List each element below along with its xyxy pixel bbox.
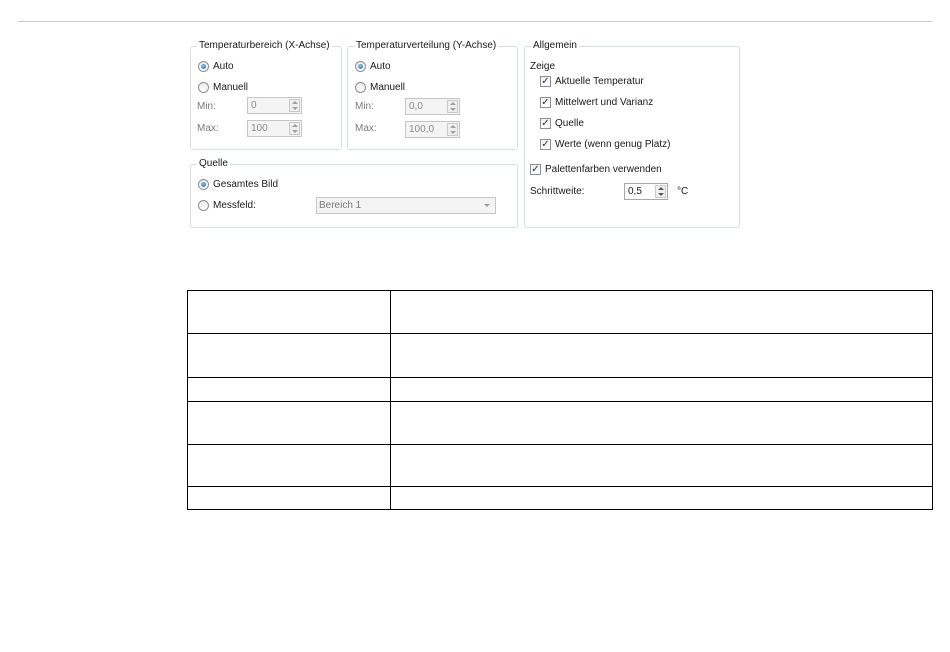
x-axis-manuell-radio[interactable]: [198, 82, 209, 93]
source-checkbox[interactable]: ✓: [540, 118, 551, 129]
source-measure-field-radio[interactable]: [198, 200, 209, 211]
source-measure-field-label[interactable]: Messfeld:: [213, 200, 256, 212]
table-cell: [390, 377, 933, 402]
table-cell: [187, 290, 391, 334]
x-axis-min-stepper[interactable]: 0: [247, 97, 302, 114]
table-cell: [187, 444, 391, 487]
y-axis-manuell-radio[interactable]: [355, 82, 366, 93]
table-row: [187, 486, 933, 510]
x-axis-max-label: Max:: [197, 123, 219, 134]
mean-variance-checkbox[interactable]: ✓: [540, 97, 551, 108]
up-down-arrows-icon[interactable]: [289, 99, 300, 112]
general-group-title: Allgemein: [531, 40, 579, 52]
table-cell: [390, 290, 933, 334]
checkmark-icon: ✓: [541, 139, 550, 150]
source-group-title: Quelle: [197, 158, 230, 170]
y-axis-max-label: Max:: [355, 123, 377, 134]
up-down-arrows-icon[interactable]: [289, 122, 300, 135]
source-group: Quelle: [190, 158, 518, 228]
y-axis-min-value: 0,0: [409, 101, 423, 112]
table-cell: [390, 401, 933, 445]
measure-field-selected: Bereich 1: [319, 200, 362, 211]
x-axis-group-title: Temperaturbereich (X-Achse): [197, 40, 332, 52]
table-cell: [390, 333, 933, 378]
step-size-label: Schrittweite:: [530, 186, 585, 197]
x-axis-max-stepper[interactable]: 100: [247, 120, 302, 137]
x-axis-auto-radio[interactable]: [198, 61, 209, 72]
y-axis-max-value: 100,0: [409, 124, 435, 135]
up-down-arrows-icon[interactable]: [447, 123, 458, 136]
table-cell: [187, 401, 391, 445]
table-row: [187, 333, 933, 378]
palette-colors-label[interactable]: Palettenfarben verwenden: [545, 164, 662, 176]
values-checkbox-label[interactable]: Werte (wenn genug Platz): [555, 139, 670, 151]
y-axis-min-stepper[interactable]: 0,0: [405, 98, 460, 115]
current-temperature-checkbox[interactable]: ✓: [540, 76, 551, 87]
x-axis-min-label: Min:: [197, 101, 216, 112]
description-table: [187, 290, 933, 510]
palette-colors-checkbox[interactable]: ✓: [530, 164, 541, 175]
table-row: [187, 444, 933, 487]
general-group: Allgemein: [524, 40, 740, 228]
x-axis-manuell-label[interactable]: Manuell: [213, 82, 248, 94]
show-heading: Zeige: [530, 61, 556, 72]
table-cell: [390, 486, 933, 510]
y-axis-group-title: Temperaturverteilung (Y-Achse): [354, 40, 499, 52]
checkmark-icon: ✓: [541, 97, 550, 108]
x-axis-auto-label[interactable]: Auto: [213, 61, 234, 73]
table-row: [187, 401, 933, 445]
y-axis-manuell-label[interactable]: Manuell: [370, 82, 405, 94]
step-size-unit: °C: [677, 186, 689, 197]
checkmark-icon: ✓: [541, 118, 550, 129]
chevron-down-icon[interactable]: [484, 204, 490, 207]
table-cell: [390, 444, 933, 487]
y-axis-auto-radio[interactable]: [355, 61, 366, 72]
mean-variance-label[interactable]: Mittelwert und Varianz: [555, 97, 653, 109]
step-size-stepper[interactable]: 0,5: [624, 183, 668, 200]
measure-field-select[interactable]: Bereich 1: [316, 197, 496, 214]
table-cell: [187, 377, 391, 402]
source-whole-image-label[interactable]: Gesamtes Bild: [213, 179, 278, 191]
table-row: [187, 377, 933, 402]
source-whole-image-radio[interactable]: [198, 179, 209, 190]
checkmark-icon: ✓: [531, 164, 540, 175]
x-axis-min-value: 0: [251, 100, 257, 111]
up-down-arrows-icon[interactable]: [447, 100, 458, 113]
x-axis-max-value: 100: [251, 123, 268, 134]
source-checkbox-label[interactable]: Quelle: [555, 118, 584, 130]
up-down-arrows-icon[interactable]: [655, 185, 666, 198]
checkmark-icon: ✓: [541, 76, 550, 87]
step-size-value: 0,5: [628, 186, 642, 197]
current-temperature-label[interactable]: Aktuelle Temperatur: [555, 76, 644, 88]
table-cell: [187, 486, 391, 510]
y-axis-min-label: Min:: [355, 101, 374, 112]
header-divider: [18, 21, 932, 22]
table-cell: [187, 333, 391, 378]
table-row: [187, 290, 933, 334]
y-axis-auto-label[interactable]: Auto: [370, 61, 391, 73]
values-checkbox[interactable]: ✓: [540, 139, 551, 150]
y-axis-max-stepper[interactable]: 100,0: [405, 121, 460, 138]
